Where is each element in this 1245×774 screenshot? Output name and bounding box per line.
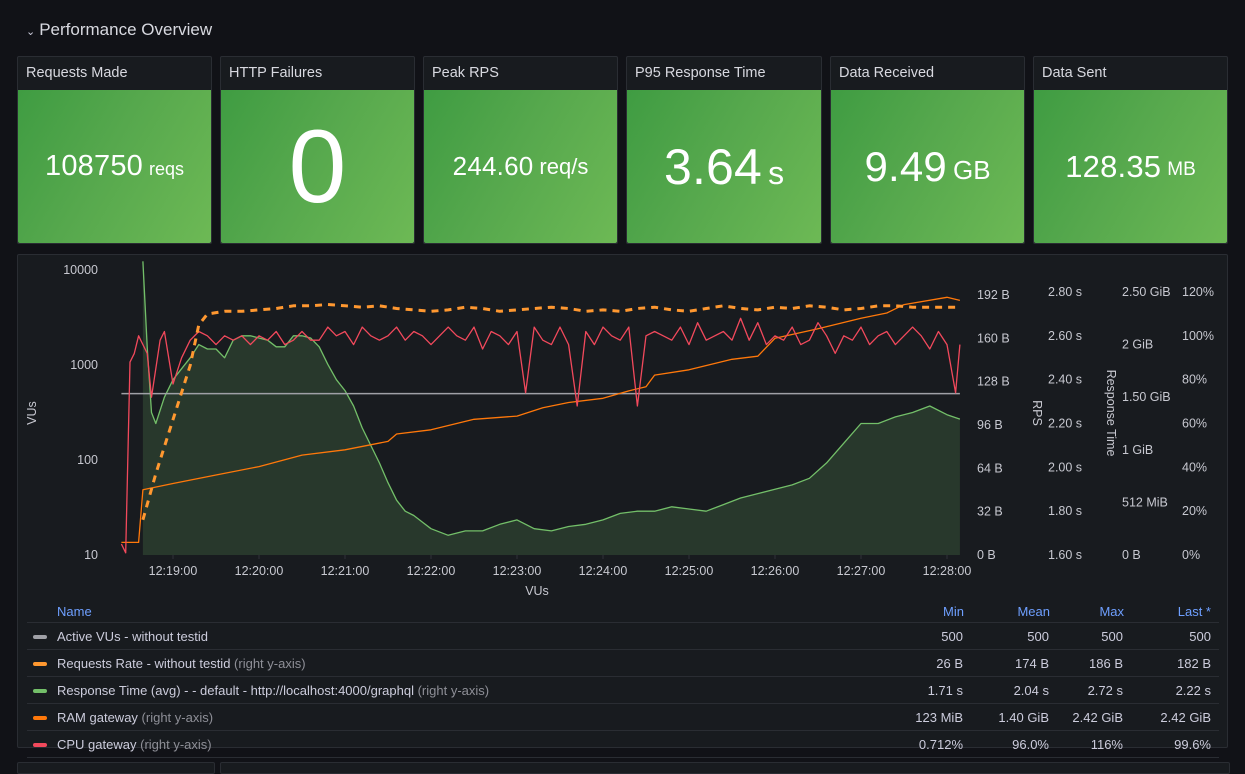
legend-last: 182 B xyxy=(1124,649,1219,677)
legend-min: 26 B xyxy=(902,649,964,677)
legend-row[interactable]: Response Time (avg) - - default - http:/… xyxy=(27,676,1219,704)
y-right-bytes-tick: 32 B xyxy=(977,505,1003,519)
legend-last: 500 xyxy=(1124,622,1219,650)
legend-last: 99.6% xyxy=(1124,730,1219,758)
y-left-tick-label: 1000 xyxy=(70,358,98,372)
y-left-tick-label: 10000 xyxy=(63,263,98,277)
series-label: RAM gateway xyxy=(57,709,138,725)
legend-row[interactable]: RAM gateway (right y-axis) 123 MiB 1.40 Gi… xyxy=(27,703,1219,731)
x-tick-label: 12:25:00 xyxy=(665,564,714,578)
legend-header-max[interactable]: Max xyxy=(1050,600,1124,623)
legend-mean: 500 xyxy=(964,622,1050,650)
legend-series-name[interactable]: Response Time (avg) - - default - http:/… xyxy=(27,676,902,704)
series-label: Active VUs - without testid xyxy=(57,628,208,644)
x-axis-title: VUs xyxy=(525,584,549,598)
series-color-swatch[interactable] xyxy=(33,689,47,694)
y-right-seconds-tick: 2.80 s xyxy=(1048,285,1082,299)
x-tick-label: 12:20:00 xyxy=(235,564,284,578)
axis-hint: (right y-axis) xyxy=(140,736,212,752)
x-tick-label: 12:21:00 xyxy=(321,564,370,578)
legend-series-name[interactable]: CPU gateway (right y-axis) xyxy=(27,730,902,758)
y-right-seconds-tick: 2.00 s xyxy=(1048,460,1082,474)
y-right-memory-tick: 2 GiB xyxy=(1122,338,1153,352)
y-right-seconds-tick: 2.20 s xyxy=(1048,417,1082,431)
y-left-tick-label: 10 xyxy=(84,548,98,562)
y-right-percent-tick: 20% xyxy=(1182,504,1207,518)
legend-mean: 1.40 GiB xyxy=(964,703,1050,731)
y-right-percent-tick: 40% xyxy=(1182,460,1207,474)
y-right-memory-tick: 0 B xyxy=(1122,548,1141,562)
legend-min: 1.71 s xyxy=(902,676,964,704)
x-tick-label: 12:22:00 xyxy=(407,564,456,578)
legend-mean: 174 B xyxy=(964,649,1050,677)
legend-row[interactable]: CPU gateway (right y-axis) 0.712% 96.0% 116… xyxy=(27,730,1219,758)
legend-series-name[interactable]: Requests Rate - without testid (right y-… xyxy=(27,649,902,677)
axis-hint: (right y-axis) xyxy=(417,682,490,698)
legend-header-mean[interactable]: Mean xyxy=(964,600,1050,623)
y-right-memory-tick: 1.50 GiB xyxy=(1122,390,1171,404)
legend-header-last[interactable]: Last * xyxy=(1124,600,1219,623)
legend-row[interactable]: Requests Rate - without testid (right y-… xyxy=(27,649,1219,677)
y-left-tick-label: 100 xyxy=(77,453,98,467)
y-right-axis-title-response-time: Response Time xyxy=(1104,370,1118,457)
x-tick-label: 12:28:00 xyxy=(923,564,972,578)
next-panel-edge xyxy=(17,762,215,774)
legend-table: Name Min Mean Max Last * Active VUs - wi… xyxy=(27,600,1219,758)
axis-hint: (right y-axis) xyxy=(141,709,214,725)
y-right-bytes-tick: 64 B xyxy=(977,461,1003,475)
legend-max: 500 xyxy=(1050,622,1124,650)
legend-max: 116% xyxy=(1050,730,1124,758)
timeseries-chart[interactable]: 10 100 1000 10000 VUs 12:19:00 12:20:00 12:21:0… xyxy=(0,0,1245,600)
legend-max: 186 B xyxy=(1050,649,1124,677)
y-right-memory-tick: 2.50 GiB xyxy=(1122,285,1171,299)
series-color-swatch[interactable] xyxy=(33,635,47,640)
y-right-bytes-tick: 192 B xyxy=(977,288,1010,302)
x-tick-label: 12:26:00 xyxy=(751,564,800,578)
next-panel-edge xyxy=(220,762,1230,774)
y-right-seconds-tick: 1.80 s xyxy=(1048,504,1082,518)
legend-mean: 96.0% xyxy=(964,730,1050,758)
y-right-percent-tick: 60% xyxy=(1182,417,1207,431)
y-right-percent-tick: 120% xyxy=(1182,285,1214,299)
legend-last: 2.42 GiB xyxy=(1124,703,1219,731)
series-color-swatch[interactable] xyxy=(33,662,47,667)
y-right-memory-tick: 1 GiB xyxy=(1122,443,1153,457)
legend-series-name[interactable]: Active VUs - without testid xyxy=(27,622,902,650)
legend-header-min[interactable]: Min xyxy=(902,600,964,623)
y-right-percent-tick: 0% xyxy=(1182,548,1200,562)
legend-row[interactable]: Active VUs - without testid 500 500 500 500 xyxy=(27,622,1219,650)
y-left-axis-title: VUs xyxy=(25,401,39,425)
legend-series-name[interactable]: RAM gateway (right y-axis) xyxy=(27,703,902,731)
series-label: Response Time (avg) - - default - http:/… xyxy=(57,682,414,698)
y-right-seconds-tick: 2.40 s xyxy=(1048,373,1082,387)
legend-min: 500 xyxy=(902,622,964,650)
legend-min: 123 MiB xyxy=(902,703,964,731)
y-right-bytes-tick: 128 B xyxy=(977,375,1010,389)
y-right-bytes-tick: 160 B xyxy=(977,331,1010,345)
y-right-percent-tick: 100% xyxy=(1182,329,1214,343)
legend-last: 2.22 s xyxy=(1124,676,1219,704)
series-label: Requests Rate - without testid xyxy=(57,655,231,671)
y-right-bytes-tick: 96 B xyxy=(977,418,1003,432)
legend-header-name[interactable]: Name xyxy=(27,600,902,623)
legend-max: 2.42 GiB xyxy=(1050,703,1124,731)
x-tick-label: 12:24:00 xyxy=(579,564,628,578)
y-right-seconds-tick: 1.60 s xyxy=(1048,548,1082,562)
y-right-memory-tick: 512 MiB xyxy=(1122,495,1168,509)
x-tick-label: 12:19:00 xyxy=(149,564,198,578)
x-tick-label: 12:27:00 xyxy=(837,564,886,578)
x-tick-label: 12:23:00 xyxy=(493,564,542,578)
legend-min: 0.712% xyxy=(902,730,964,758)
series-response-time-area xyxy=(142,261,960,555)
legend-mean: 2.04 s xyxy=(964,676,1050,704)
series-color-swatch[interactable] xyxy=(33,743,47,748)
series-color-swatch[interactable] xyxy=(33,716,47,721)
y-right-bytes-tick: 0 B xyxy=(977,548,996,562)
y-right-axis-title-rps: RPS xyxy=(1030,400,1044,426)
series-label: CPU gateway xyxy=(57,736,137,752)
axis-hint: (right y-axis) xyxy=(234,655,306,671)
y-right-seconds-tick: 2.60 s xyxy=(1048,329,1082,343)
y-right-percent-tick: 80% xyxy=(1182,373,1207,387)
legend-max: 2.72 s xyxy=(1050,676,1124,704)
